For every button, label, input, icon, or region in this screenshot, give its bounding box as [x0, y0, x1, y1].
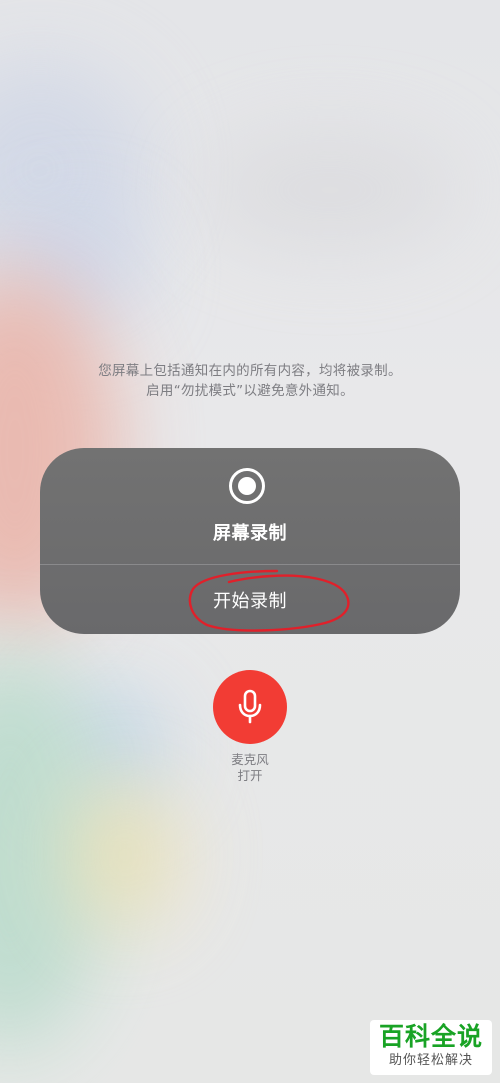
microphone-state: 打开	[237, 768, 263, 783]
microphone-icon	[238, 689, 262, 724]
notice-line-2: 启用“勿扰模式”以避免意外通知。	[146, 383, 354, 399]
background-blur-blob	[70, 780, 180, 930]
watermark-title: 百科全说	[378, 1022, 483, 1051]
record-icon	[229, 468, 265, 504]
start-recording-button[interactable]: 开始录制	[40, 565, 460, 634]
notice-line-1: 您屏幕上包括通知在内的所有内容，均将被录制。	[98, 363, 402, 379]
card-title: 屏幕录制	[213, 523, 287, 544]
screen-recording-card: 屏幕录制 开始录制	[40, 448, 460, 634]
watermark-logo: 百科全说 助你轻松解决	[370, 1020, 492, 1075]
microphone-status-label: 麦克风 打开	[0, 752, 500, 784]
background-blur-blob	[200, 130, 460, 250]
recording-notice: 您屏幕上包括通知在内的所有内容，均将被录制。 启用“勿扰模式”以避免意外通知。	[0, 361, 500, 401]
microphone-label: 麦克风	[231, 752, 269, 767]
watermark-subtitle: 助你轻松解决	[388, 1053, 473, 1068]
record-dot	[238, 477, 256, 495]
microphone-toggle-button[interactable]	[213, 670, 287, 744]
